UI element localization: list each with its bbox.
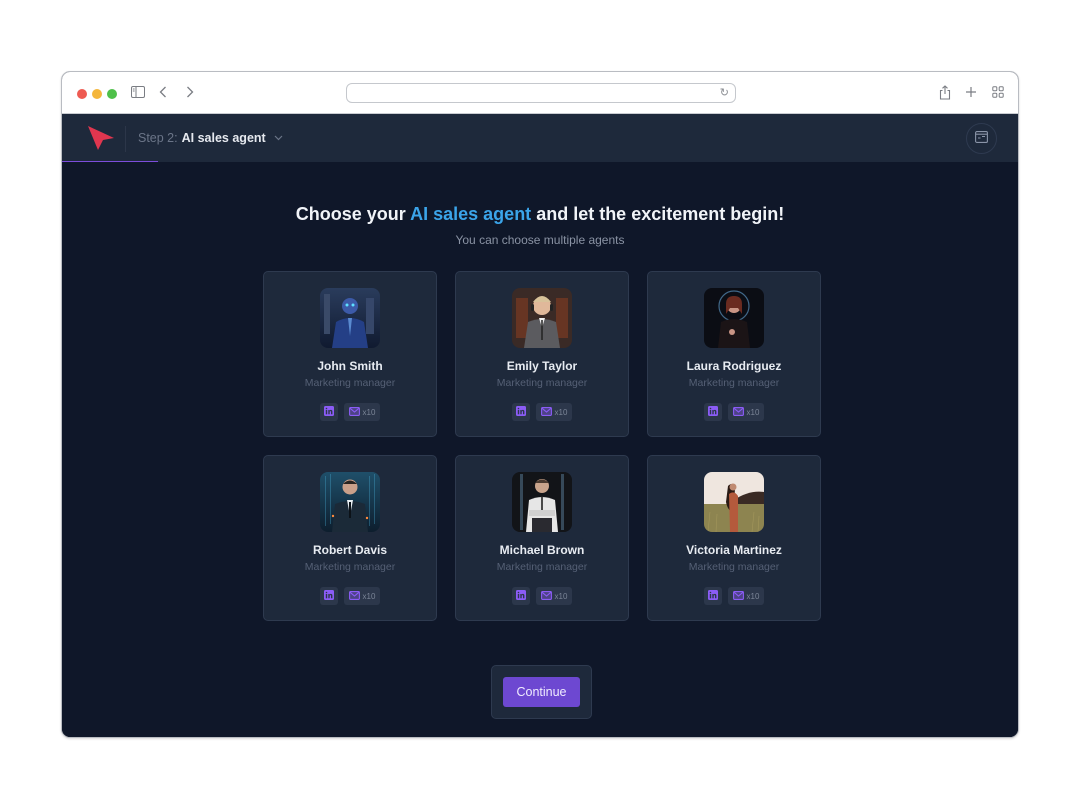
email-badge[interactable]: x10 xyxy=(343,403,381,421)
agent-name: Michael Brown xyxy=(499,543,585,557)
chevron-down-icon xyxy=(274,133,283,144)
linkedin-icon xyxy=(515,403,526,421)
mail-icon xyxy=(732,403,744,421)
email-badge[interactable]: x10 xyxy=(727,403,765,421)
continue-button[interactable]: Continue xyxy=(503,677,580,707)
title-text-start: Choose your xyxy=(295,204,411,224)
agent-name: Robert Davis xyxy=(312,543,388,557)
agent-name: Emily Taylor xyxy=(506,359,578,373)
email-count: x10 xyxy=(362,407,376,417)
window-controls xyxy=(77,89,117,99)
agent-card[interactable]: John Smith Marketing manager x10 xyxy=(263,271,437,437)
agent-card[interactable]: Laura Rodriguez Marketing manager x10 xyxy=(647,271,821,437)
maximize-window-button[interactable] xyxy=(107,89,117,99)
title-text-end: and let the excitement begin! xyxy=(531,204,785,224)
agent-channels: x10 xyxy=(648,403,820,421)
mail-icon xyxy=(348,587,360,605)
email-count: x10 xyxy=(554,407,568,417)
browser-window: ↻ Step 2: AI sales agent Choose your AI … xyxy=(61,71,1019,738)
agent-avatar xyxy=(512,288,572,348)
mail-icon xyxy=(540,403,552,421)
continue-container: Continue xyxy=(491,665,592,719)
linkedin-icon xyxy=(515,587,526,605)
step-prefix: Step 2: xyxy=(138,131,178,145)
minimize-window-button[interactable] xyxy=(92,89,102,99)
agent-name: John Smith xyxy=(317,359,383,373)
agent-avatar xyxy=(704,288,764,348)
linkedin-icon xyxy=(323,587,334,605)
agent-role: Marketing manager xyxy=(688,561,780,573)
agent-card[interactable]: Victoria Martinez Marketing manager x10 xyxy=(647,455,821,621)
address-bar[interactable]: ↻ xyxy=(346,83,736,103)
tab-overview-icon[interactable] xyxy=(992,84,1004,100)
linkedin-badge[interactable] xyxy=(319,403,338,421)
agent-role: Marketing manager xyxy=(304,561,396,573)
agent-avatar xyxy=(704,472,764,532)
step-selector[interactable]: Step 2: AI sales agent xyxy=(138,131,283,145)
mail-icon xyxy=(540,587,552,605)
header-divider xyxy=(125,126,126,152)
agent-channels: x10 xyxy=(648,587,820,605)
email-badge[interactable]: x10 xyxy=(343,587,381,605)
linkedin-badge[interactable] xyxy=(319,587,338,605)
email-count: x10 xyxy=(746,591,760,601)
agent-role: Marketing manager xyxy=(304,377,396,389)
agent-grid: John Smith Marketing manager x10 Emily T… xyxy=(263,271,821,621)
agent-channels: x10 xyxy=(456,587,628,605)
linkedin-icon xyxy=(707,587,718,605)
agent-card[interactable]: Emily Taylor Marketing manager x10 xyxy=(455,271,629,437)
email-badge[interactable]: x10 xyxy=(535,587,573,605)
agent-role: Marketing manager xyxy=(496,377,588,389)
mail-icon xyxy=(732,587,744,605)
main-content: Choose your AI sales agent and let the e… xyxy=(62,162,1018,737)
agent-name: Laura Rodriguez xyxy=(686,359,782,373)
linkedin-icon xyxy=(707,403,718,421)
agent-channels: x10 xyxy=(264,587,436,605)
agent-role: Marketing manager xyxy=(688,377,780,389)
title-accent-text: AI sales agent xyxy=(410,204,532,224)
linkedin-badge[interactable] xyxy=(703,403,722,421)
share-icon[interactable] xyxy=(939,84,951,100)
email-count: x10 xyxy=(554,591,568,601)
app-header: Step 2: AI sales agent xyxy=(62,114,1018,162)
close-window-button[interactable] xyxy=(77,89,87,99)
agent-avatar xyxy=(512,472,572,532)
email-badge[interactable]: x10 xyxy=(727,587,765,605)
back-icon[interactable] xyxy=(159,84,167,100)
email-badge[interactable]: x10 xyxy=(535,403,573,421)
agent-channels: x10 xyxy=(264,403,436,421)
sidebar-icon[interactable] xyxy=(131,84,145,100)
reload-icon[interactable]: ↻ xyxy=(720,86,729,99)
linkedin-badge[interactable] xyxy=(511,587,530,605)
brand-logo-icon[interactable] xyxy=(86,124,116,152)
linkedin-icon xyxy=(323,403,334,421)
email-count: x10 xyxy=(746,407,760,417)
agent-card[interactable]: Robert Davis Marketing manager x10 xyxy=(263,455,437,621)
forward-icon[interactable] xyxy=(186,84,194,100)
email-count: x10 xyxy=(362,591,376,601)
mail-icon xyxy=(348,403,360,421)
step-name: AI sales agent xyxy=(181,131,266,145)
linkedin-badge[interactable] xyxy=(511,403,530,421)
calendar-button[interactable] xyxy=(966,123,997,154)
page-subtitle: You can choose multiple agents xyxy=(455,233,625,247)
calendar-icon xyxy=(975,130,988,148)
agent-name: Victoria Martinez xyxy=(686,543,782,557)
agent-role: Marketing manager xyxy=(496,561,588,573)
linkedin-badge[interactable] xyxy=(703,587,722,605)
page-title: Choose your AI sales agent and let the e… xyxy=(62,204,1018,225)
agent-card[interactable]: Michael Brown Marketing manager x10 xyxy=(455,455,629,621)
agent-avatar xyxy=(320,288,380,348)
browser-toolbar: ↻ xyxy=(62,72,1018,114)
agent-avatar xyxy=(320,472,380,532)
new-tab-icon[interactable] xyxy=(965,84,977,100)
agent-channels: x10 xyxy=(456,403,628,421)
